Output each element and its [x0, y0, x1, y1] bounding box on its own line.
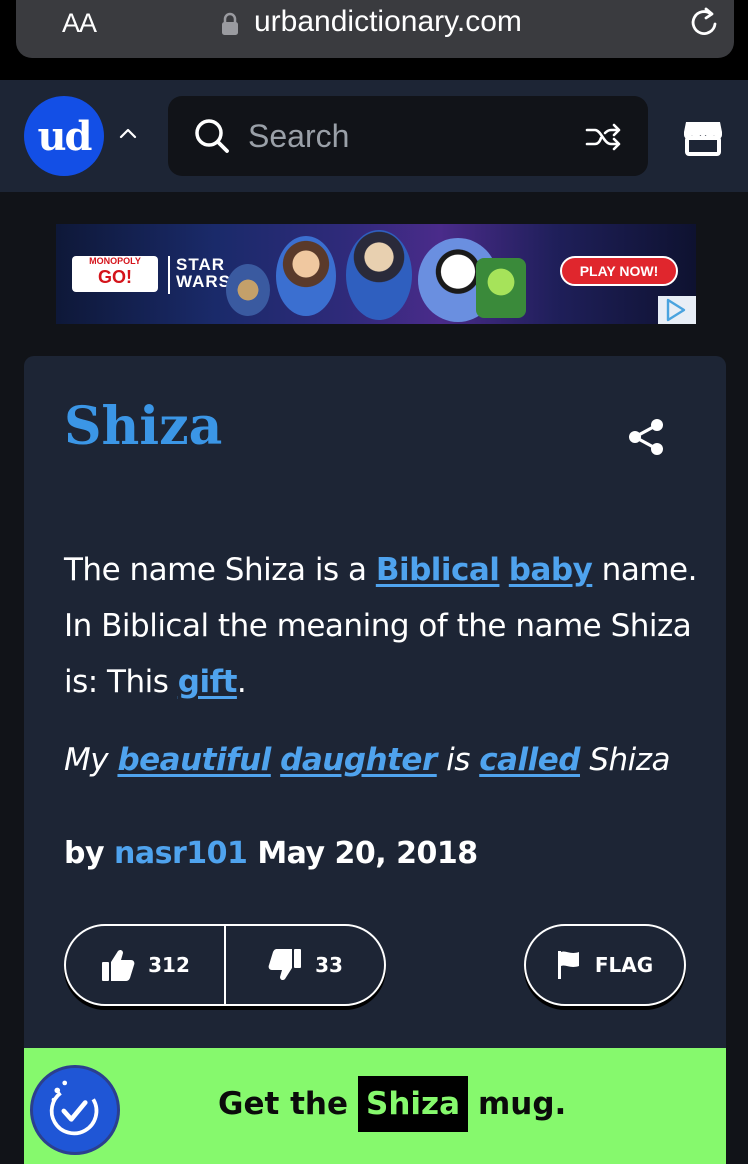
ad-character-art — [276, 236, 336, 316]
ad-partner-line2: WARS — [176, 272, 231, 291]
definition-card: Shiza The name Shiza is a Biblical baby … — [24, 356, 726, 1164]
mug-suffix: mug. — [477, 1086, 567, 1122]
downvote-button[interactable]: 33 — [226, 926, 384, 1004]
ad-divider — [168, 256, 170, 294]
chevron-up-icon[interactable] — [118, 126, 138, 140]
example-link-called[interactable]: called — [479, 742, 580, 778]
mug-promo-text: Get the Shiza mug. — [218, 1076, 566, 1132]
ad-brand-small: MONOPOLY — [89, 256, 141, 266]
search-input[interactable] — [248, 114, 568, 158]
meaning-text — [499, 552, 508, 588]
shuffle-icon[interactable] — [584, 122, 624, 152]
definition-meaning: The name Shiza is a Biblical baby name. … — [64, 542, 704, 710]
ad-banner[interactable]: MONOPOLY GO! STAR WARS PLAY NOW! — [56, 224, 696, 324]
search-icon — [195, 119, 229, 153]
share-icon[interactable] — [626, 416, 666, 458]
meaning-link-gift[interactable]: gift — [178, 664, 238, 700]
meaning-link-baby[interactable]: baby — [509, 552, 593, 588]
example-text — [271, 742, 280, 778]
url-text[interactable]: urbandictionary.com — [254, 5, 522, 39]
example-link-daughter[interactable]: daughter — [280, 742, 437, 778]
ad-partner-line1: STAR — [176, 255, 226, 274]
mug-prefix: Get the — [218, 1086, 348, 1122]
search-box[interactable] — [168, 96, 648, 176]
mug-promo-banner[interactable]: Get the Shiza mug. — [24, 1048, 726, 1164]
definition-word[interactable]: Shiza — [64, 396, 222, 457]
mug-checkmark-icon — [30, 1065, 120, 1155]
upvote-button[interactable]: 312 — [66, 926, 226, 1004]
thumbs-up-icon — [102, 949, 135, 981]
downvote-count: 33 — [315, 953, 343, 977]
thumbs-down-icon — [268, 949, 302, 981]
flag-label: FLAG — [594, 953, 654, 977]
site-header: ud — [0, 80, 748, 192]
by-label: by — [64, 836, 105, 871]
meaning-text: . — [236, 664, 247, 700]
ad-brand-big: GO! — [98, 267, 132, 287]
text-size-button[interactable]: AA — [62, 8, 97, 39]
meaning-text: The name Shiza is a — [64, 552, 376, 588]
example-text: My — [64, 742, 118, 778]
ad-partner-logo: STAR WARS — [176, 256, 231, 290]
flag-button[interactable]: FLAG — [524, 924, 686, 1006]
ud-logo[interactable]: ud — [24, 96, 104, 176]
meaning-link-biblical[interactable]: Biblical — [376, 552, 500, 588]
ad-character-art — [226, 264, 270, 316]
lock-icon — [222, 12, 238, 35]
reload-icon[interactable] — [688, 4, 722, 40]
post-date: May 20, 2018 — [257, 836, 478, 871]
byline: by nasr101 May 20, 2018 — [64, 836, 478, 871]
browser-bar: AA urbandictionary.com — [0, 0, 748, 80]
ad-brand-logo: MONOPOLY GO! — [72, 256, 158, 292]
example-text: is — [436, 742, 480, 778]
flag-icon — [557, 951, 579, 979]
mug-word: Shiza — [358, 1076, 468, 1132]
ad-choices-icon[interactable] — [658, 296, 696, 324]
address-bar[interactable]: AA urbandictionary.com — [16, 0, 734, 58]
definition-example: My beautiful daughter is called Shiza — [64, 742, 704, 778]
ad-character-art — [346, 230, 412, 320]
example-link-beautiful[interactable]: beautiful — [117, 742, 271, 778]
ad-character-art — [476, 258, 526, 318]
ad-play-button[interactable]: PLAY NOW! — [560, 256, 678, 286]
page: AA urbandictionary.com ud Search MONOPOL… — [0, 0, 748, 1164]
upvote-count: 312 — [148, 953, 190, 977]
store-icon[interactable] — [682, 116, 724, 158]
vote-buttons: 312 33 — [64, 924, 386, 1006]
example-text: Shiza — [579, 742, 671, 778]
author-link[interactable]: nasr101 — [114, 836, 248, 871]
